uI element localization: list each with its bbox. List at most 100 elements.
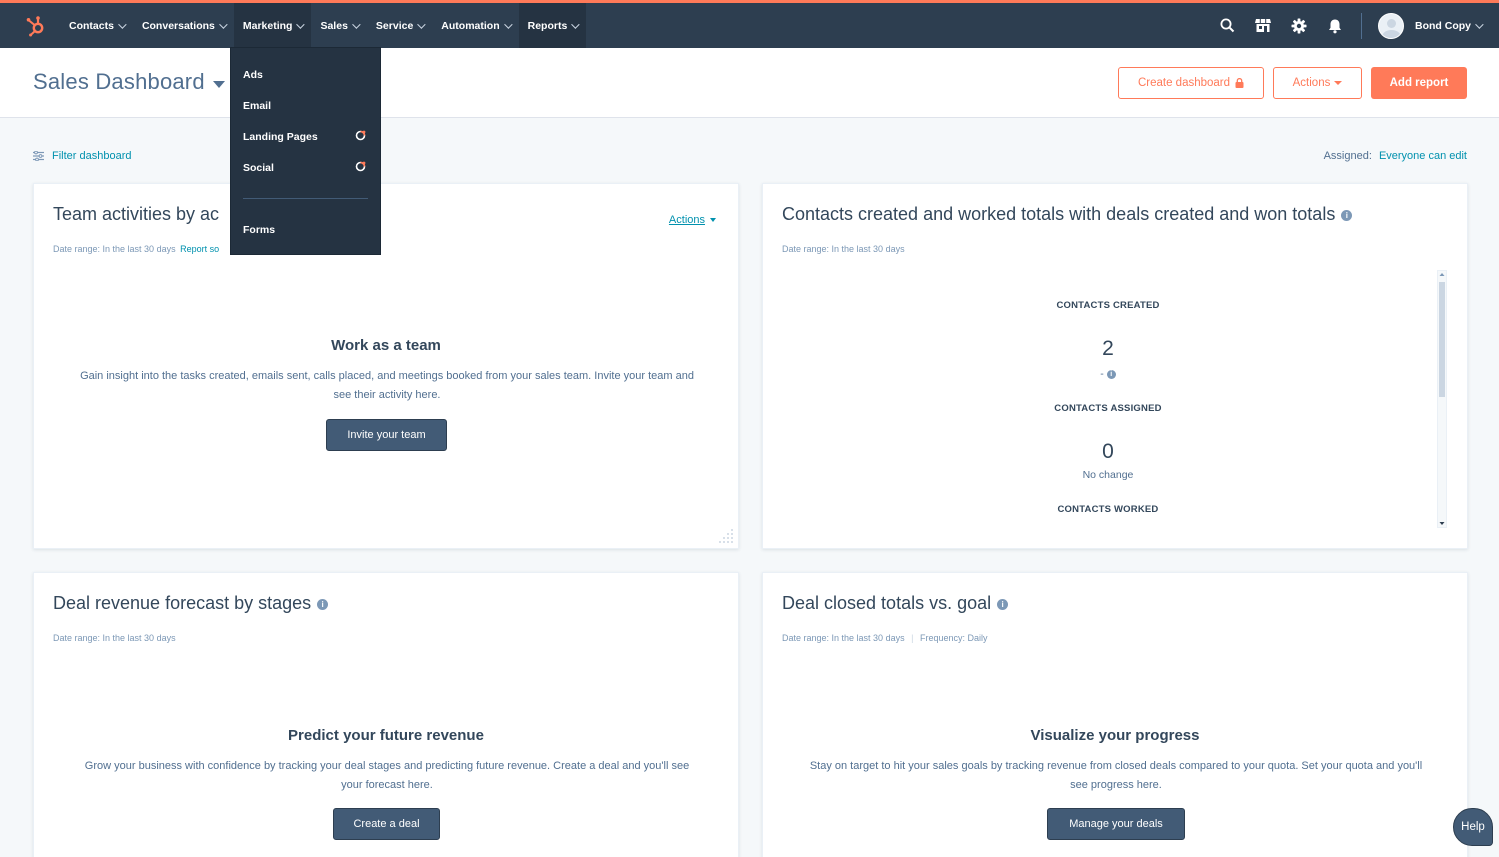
chevron-down-icon bbox=[118, 19, 127, 29]
create-deal-button[interactable]: Create a deal bbox=[333, 808, 440, 840]
create-deal-label: Create a deal bbox=[353, 818, 420, 830]
menu-item-social[interactable]: Social bbox=[243, 162, 274, 174]
actions-button[interactable]: Actions bbox=[1273, 67, 1362, 99]
empty-state-title: Work as a team bbox=[331, 337, 441, 354]
nav-item-sales[interactable]: Sales bbox=[311, 3, 366, 48]
add-report-label: Add report bbox=[1389, 77, 1449, 89]
chevron-down-icon bbox=[503, 19, 513, 29]
manage-deals-button[interactable]: Manage your deals bbox=[1047, 808, 1185, 840]
create-dashboard-button[interactable]: Create dashboard bbox=[1118, 67, 1264, 99]
stat-change: -i bbox=[763, 368, 1453, 380]
marketplace-icon[interactable] bbox=[1245, 3, 1281, 48]
date-range: Date range: In the last 30 days Report s… bbox=[53, 244, 219, 254]
nav-utilities: Bond Copy bbox=[1209, 3, 1499, 48]
scroll-up-icon[interactable] bbox=[1439, 272, 1445, 277]
frequency-label: Frequency: Daily bbox=[919, 633, 988, 643]
card-scrollbar[interactable] bbox=[1437, 270, 1447, 528]
report-link[interactable]: Report so bbox=[180, 244, 219, 254]
chevron-down-icon bbox=[352, 19, 361, 29]
chevron-down-icon bbox=[1475, 19, 1484, 29]
actions-label: Actions bbox=[668, 214, 705, 226]
add-report-button[interactable]: Add report bbox=[1371, 67, 1467, 99]
nav-item-label: Reports bbox=[527, 19, 568, 32]
gear-icon[interactable] bbox=[1281, 3, 1317, 48]
nav-item-reports[interactable]: Reports bbox=[518, 3, 587, 48]
contacts-totals-card: Contacts created and worked totals with … bbox=[762, 183, 1468, 549]
stat-label: CONTACTS CREATED bbox=[1056, 300, 1160, 311]
menu-item-forms[interactable]: Forms bbox=[243, 224, 275, 236]
filter-dashboard-link[interactable]: Filter dashboard bbox=[33, 150, 132, 162]
nav-item-label: Marketing bbox=[242, 19, 293, 32]
nav-item-conversations[interactable]: Conversations bbox=[133, 3, 234, 48]
date-range: Date range: In the last 30 days | Freque… bbox=[782, 633, 987, 643]
dashboard-header: Sales Dashboard Create dashboard Actions… bbox=[0, 48, 1499, 118]
nav-item-label: Sales bbox=[320, 19, 348, 32]
date-range: Date range: In the last 30 days bbox=[782, 244, 905, 254]
empty-state-title: Predict your future revenue bbox=[288, 727, 484, 744]
avatar bbox=[1378, 12, 1404, 39]
stat-label: CONTACTS WORKED bbox=[1057, 504, 1159, 515]
assigned-info: Assigned: Everyone can edit bbox=[1324, 150, 1467, 162]
date-range-label: Date range: In the last 30 days bbox=[53, 244, 176, 254]
info-icon[interactable]: i bbox=[997, 598, 1009, 610]
page-title[interactable]: Sales Dashboard bbox=[33, 69, 205, 95]
scrollbar-thumb[interactable] bbox=[1439, 282, 1445, 397]
invite-team-button[interactable]: Invite your team bbox=[326, 419, 447, 451]
info-icon[interactable]: i bbox=[1106, 369, 1116, 379]
resize-handle-icon[interactable] bbox=[717, 527, 735, 545]
hubspot-logo-icon[interactable] bbox=[12, 3, 60, 48]
nav-item-marketing[interactable]: Marketing bbox=[233, 3, 312, 48]
caret-down-icon bbox=[1334, 81, 1343, 85]
team-activities-card: Team activities by ac Actions Date range… bbox=[33, 183, 739, 549]
empty-state-title: Visualize your progress bbox=[1030, 727, 1200, 744]
info-icon[interactable]: i bbox=[1341, 209, 1353, 221]
caret-down-icon bbox=[710, 218, 716, 223]
assigned-permission-link[interactable]: Everyone can edit bbox=[1379, 150, 1467, 162]
bell-icon[interactable] bbox=[1317, 3, 1353, 48]
chevron-down-icon bbox=[296, 19, 306, 29]
menu-item-email[interactable]: Email bbox=[243, 100, 271, 112]
menu-item-landing-pages[interactable]: Landing Pages bbox=[243, 131, 318, 143]
actions-label: Actions bbox=[1292, 77, 1331, 89]
progress-badge-icon bbox=[355, 161, 366, 172]
nav-item-contacts[interactable]: Contacts bbox=[60, 3, 133, 48]
chevron-down-icon bbox=[571, 19, 580, 29]
card-title: Deal revenue forecast by stages i bbox=[53, 593, 329, 614]
menu-item-ads[interactable]: Ads bbox=[243, 69, 263, 81]
nav-item-service[interactable]: Service bbox=[367, 3, 432, 48]
stat-value: 2 bbox=[1102, 337, 1114, 360]
chevron-down-icon bbox=[219, 19, 228, 29]
empty-state-description: Gain insight into the tasks created, ema… bbox=[80, 370, 694, 401]
card-title-text: Deal closed totals vs. goal bbox=[782, 593, 992, 613]
nav-menu: Contacts Conversations Marketing Sales S… bbox=[60, 3, 587, 48]
assigned-label: Assigned: bbox=[1323, 150, 1372, 162]
help-label: Help bbox=[1461, 821, 1485, 833]
filter-icon bbox=[33, 151, 44, 161]
caret-down-icon[interactable] bbox=[213, 81, 225, 88]
invite-team-label: Invite your team bbox=[347, 429, 426, 441]
separator: | bbox=[911, 633, 914, 643]
search-icon[interactable] bbox=[1209, 3, 1245, 48]
account-menu[interactable]: Bond Copy bbox=[1370, 12, 1499, 39]
empty-state-description: Stay on target to hit your sales goals b… bbox=[809, 760, 1423, 791]
menu-divider bbox=[243, 198, 368, 199]
stat-label: CONTACTS ASSIGNED bbox=[1054, 403, 1162, 414]
deal-forecast-card: Deal revenue forecast by stages i Date ra… bbox=[33, 572, 739, 857]
top-navigation: Contacts Conversations Marketing Sales S… bbox=[0, 0, 1499, 48]
scroll-down-icon[interactable] bbox=[1439, 521, 1445, 526]
account-name: Bond Copy bbox=[1415, 19, 1471, 32]
date-range-label: Date range: In the last 30 days bbox=[782, 633, 905, 643]
progress-badge-icon bbox=[355, 130, 366, 141]
create-dashboard-label: Create dashboard bbox=[1137, 77, 1231, 89]
card-actions-dropdown[interactable]: Actions bbox=[669, 214, 716, 226]
manage-deals-label: Manage your deals bbox=[1069, 818, 1163, 830]
info-icon[interactable]: i bbox=[317, 598, 329, 610]
stat-value: 0 bbox=[1102, 440, 1114, 463]
help-button[interactable]: Help bbox=[1453, 808, 1493, 846]
nav-item-automation[interactable]: Automation bbox=[432, 3, 518, 48]
card-title: Team activities by ac bbox=[53, 204, 220, 224]
nav-item-label: Contacts bbox=[69, 19, 114, 32]
stat-change: No change bbox=[1082, 469, 1134, 481]
lock-icon bbox=[1235, 78, 1244, 88]
card-title-text: Deal revenue forecast by stages bbox=[53, 593, 312, 613]
